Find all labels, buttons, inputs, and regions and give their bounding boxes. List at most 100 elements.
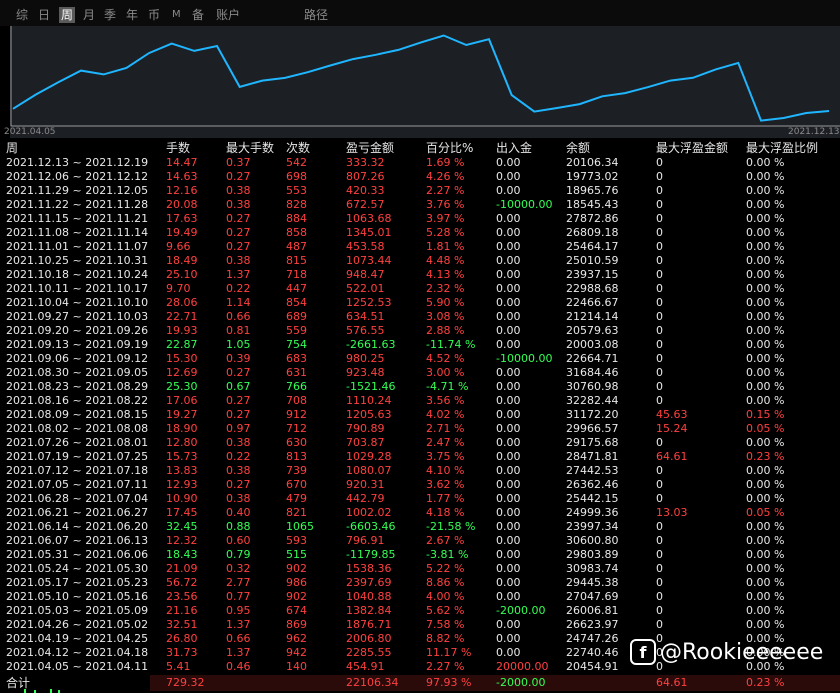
table-row[interactable]: 2021.05.17 ~ 2021.05.23 56.72 2.77 986 2397.… (0, 576, 840, 590)
row-max-lots: 0.66 (226, 632, 251, 645)
row-balance: 20106.34 (566, 156, 619, 169)
row-percent: 8.86 % (426, 576, 465, 589)
header-max-float-ratio[interactable]: 最大浮盈比例 (746, 141, 818, 155)
row-pnl: 1382.84 (346, 604, 392, 617)
table-row[interactable]: 2021.05.31 ~ 2021.06.06 18.43 0.79 515 -1179… (0, 548, 840, 562)
row-pnl: 948.47 (346, 268, 385, 281)
row-percent: 2.47 % (426, 436, 465, 449)
table-row[interactable]: 2021.11.22 ~ 2021.11.28 20.08 0.38 828 672.5… (0, 198, 840, 212)
tab-m[interactable]: M (172, 7, 181, 23)
header-count[interactable]: 次数 (286, 141, 310, 155)
row-percent: 2.67 % (426, 534, 465, 547)
row-count: 815 (286, 254, 307, 267)
table-row[interactable]: 2021.11.29 ~ 2021.12.05 12.16 0.38 553 420.3… (0, 184, 840, 198)
table-row[interactable]: 2021.08.02 ~ 2021.08.08 18.90 0.97 712 790.8… (0, 422, 840, 436)
total-label: 合计 (6, 676, 31, 690)
tab-notes[interactable]: 备 (192, 7, 204, 23)
tab-week[interactable]: 周 (59, 7, 76, 23)
row-max-float: 0 (656, 240, 663, 253)
tab-account[interactable]: 账户 (216, 7, 240, 23)
tab-path[interactable]: 路径 (304, 7, 328, 23)
row-max-float: 0 (656, 268, 663, 281)
tab-quarter[interactable]: 季 (104, 7, 116, 23)
table-row[interactable]: 2021.12.06 ~ 2021.12.12 14.63 0.27 698 807.2… (0, 170, 840, 184)
row-count: 553 (286, 184, 307, 197)
table-row[interactable]: 2021.11.08 ~ 2021.11.14 19.49 0.27 858 1345.… (0, 226, 840, 240)
row-week: 2021.12.06 ~ 2021.12.12 (6, 170, 149, 183)
header-pnl[interactable]: 盈亏金额 (346, 141, 394, 155)
row-balance: 19773.02 (566, 170, 619, 183)
row-lots: 15.30 (166, 352, 198, 365)
table-row[interactable]: 2021.07.05 ~ 2021.07.11 12.93 0.27 670 920.3… (0, 478, 840, 492)
table-row[interactable]: 2021.10.18 ~ 2021.10.24 25.10 1.37 718 948.4… (0, 268, 840, 282)
row-count: 631 (286, 366, 307, 379)
total-row: 合计 729.32 22106.34 97.93 % -2000.00 64.6… (0, 675, 840, 691)
row-percent: -3.81 % (426, 548, 469, 561)
header-deposit-withdraw[interactable]: 出入金 (496, 141, 532, 155)
row-week: 2021.08.02 ~ 2021.08.08 (6, 422, 149, 435)
row-max-float: 64.61 (656, 450, 688, 463)
row-week: 2021.08.16 ~ 2021.08.22 (6, 394, 149, 407)
table-row[interactable]: 2021.09.20 ~ 2021.09.26 19.93 0.81 559 576.5… (0, 324, 840, 338)
tab-year[interactable]: 年 (126, 7, 138, 23)
row-pnl: 576.55 (346, 324, 385, 337)
table-row[interactable]: 2021.04.26 ~ 2021.05.02 32.51 1.37 869 1876.… (0, 618, 840, 632)
row-count: 712 (286, 422, 307, 435)
tab-currency[interactable]: 币 (148, 7, 160, 23)
table-row[interactable]: 2021.12.13 ~ 2021.12.19 14.47 0.37 542 333.3… (0, 156, 840, 170)
row-pnl: 920.31 (346, 478, 385, 491)
table-row[interactable]: 2021.09.13 ~ 2021.09.19 22.87 1.05 754 -2661… (0, 338, 840, 352)
table-row[interactable]: 2021.08.09 ~ 2021.08.15 19.27 0.27 912 1205.… (0, 408, 840, 422)
table-row[interactable]: 2021.07.12 ~ 2021.07.18 13.83 0.38 739 1080.… (0, 464, 840, 478)
header-max-float-amount[interactable]: 最大浮盈金额 (656, 141, 728, 155)
table-row[interactable]: 2021.11.01 ~ 2021.11.07 9.66 0.27 487 453.58… (0, 240, 840, 254)
row-percent: 1.77 % (426, 492, 465, 505)
row-percent: 2.88 % (426, 324, 465, 337)
table-row[interactable]: 2021.10.25 ~ 2021.10.31 18.49 0.38 815 1073.… (0, 254, 840, 268)
table-row[interactable]: 2021.08.30 ~ 2021.09.05 12.69 0.27 631 923.4… (0, 366, 840, 380)
tab-day[interactable]: 日 (38, 7, 50, 23)
table-row[interactable]: 2021.10.11 ~ 2021.10.17 9.70 0.22 447 522.01… (0, 282, 840, 296)
row-pnl: 1029.28 (346, 450, 392, 463)
header-balance[interactable]: 余额 (566, 141, 590, 155)
row-max-float-ratio: 0.00 % (746, 548, 785, 561)
table-row[interactable]: 2021.05.10 ~ 2021.05.16 23.56 0.77 902 1040.… (0, 590, 840, 604)
row-week: 2021.09.20 ~ 2021.09.26 (6, 324, 149, 337)
header-max-lots[interactable]: 最大手数 (226, 141, 274, 155)
table-row[interactable]: 2021.05.03 ~ 2021.05.09 21.16 0.95 674 1382.… (0, 604, 840, 618)
header-week[interactable]: 周 (6, 141, 18, 155)
row-max-float-ratio: 0.00 % (746, 170, 785, 183)
row-pnl: 1073.44 (346, 254, 392, 267)
table-row[interactable]: 2021.08.23 ~ 2021.08.29 25.30 0.67 766 -1521… (0, 380, 840, 394)
table-header: 周 手数 最大手数 次数 盈亏金额 百分比% 出入金 余额 最大浮盈金额 最大浮… (0, 141, 840, 155)
table-row[interactable]: 2021.06.14 ~ 2021.06.20 32.45 0.88 1065 -660… (0, 520, 840, 534)
row-max-float-ratio: 0.00 % (746, 156, 785, 169)
table-row[interactable]: 2021.09.27 ~ 2021.10.03 22.71 0.66 689 634.5… (0, 310, 840, 324)
row-percent: 5.90 % (426, 296, 465, 309)
row-max-lots: 0.27 (226, 240, 251, 253)
row-count: 559 (286, 324, 307, 337)
row-max-lots: 0.22 (226, 282, 251, 295)
table-row[interactable]: 2021.05.24 ~ 2021.05.30 21.09 0.32 902 1538.… (0, 562, 840, 576)
row-deposit-withdraw: 0.00 (496, 450, 521, 463)
row-max-float-ratio: 0.00 % (746, 562, 785, 575)
table-row[interactable]: 2021.07.26 ~ 2021.08.01 12.80 0.38 630 703.8… (0, 436, 840, 450)
row-week: 2021.10.18 ~ 2021.10.24 (6, 268, 149, 281)
header-lots[interactable]: 手数 (166, 141, 190, 155)
table-row[interactable]: 2021.06.07 ~ 2021.06.13 12.32 0.60 593 796.9… (0, 534, 840, 548)
table-row[interactable]: 2021.09.06 ~ 2021.09.12 15.30 0.39 683 980.2… (0, 352, 840, 366)
header-percent[interactable]: 百分比% (426, 141, 473, 155)
table-row[interactable]: 2021.06.21 ~ 2021.06.27 17.45 0.40 821 1002.… (0, 506, 840, 520)
table-row[interactable]: 2021.06.28 ~ 2021.07.04 10.90 0.38 479 442.7… (0, 492, 840, 506)
row-week: 2021.09.13 ~ 2021.09.19 (6, 338, 149, 351)
row-pnl: -6603.46 (346, 520, 396, 533)
row-count: 884 (286, 212, 307, 225)
table-row[interactable]: 2021.08.16 ~ 2021.08.22 17.06 0.27 708 1110.… (0, 394, 840, 408)
row-count: 754 (286, 338, 307, 351)
table-row[interactable]: 2021.11.15 ~ 2021.11.21 17.63 0.27 884 1063.… (0, 212, 840, 226)
row-max-lots: 0.27 (226, 226, 251, 239)
tab-summary[interactable]: 综 (16, 7, 28, 23)
table-row[interactable]: 2021.07.19 ~ 2021.07.25 15.73 0.22 813 1029.… (0, 450, 840, 464)
tab-month[interactable]: 月 (83, 7, 95, 23)
table-row[interactable]: 2021.10.04 ~ 2021.10.10 28.06 1.14 854 1252.… (0, 296, 840, 310)
